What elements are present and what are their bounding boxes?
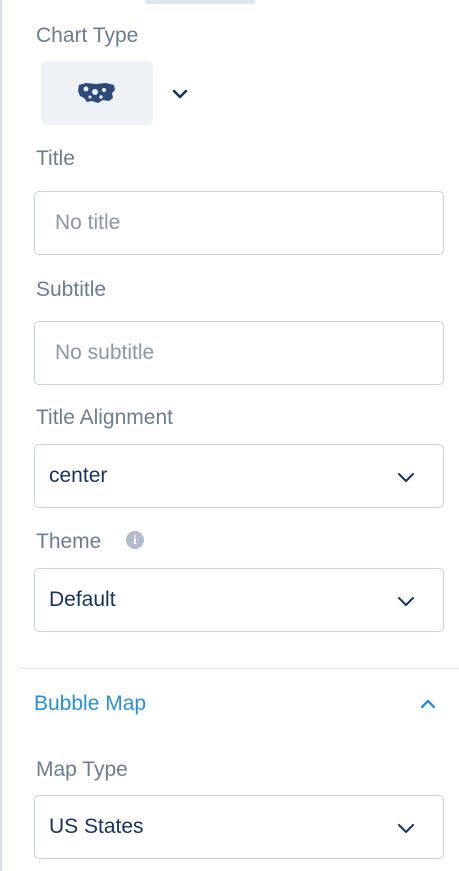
info-icon[interactable]: i	[126, 531, 144, 549]
map-type-select[interactable]: US States	[34, 795, 444, 859]
chevron-down-icon	[398, 824, 414, 833]
title-label: Title	[36, 147, 75, 170]
chart-settings-panel: Chart Type Title Subtitle Title Alignmen…	[0, 0, 459, 871]
theme-select[interactable]: Default	[34, 568, 444, 632]
chart-type-label: Chart Type	[36, 24, 139, 47]
subtitle-label: Subtitle	[36, 278, 107, 301]
panel-left-border	[0, 0, 2, 871]
bubble-map-section-toggle[interactable]: Bubble Map	[34, 692, 146, 716]
section-divider	[20, 668, 459, 669]
subtitle-input[interactable]	[34, 321, 444, 385]
chevron-up-icon[interactable]	[416, 692, 440, 716]
title-input[interactable]	[34, 191, 444, 255]
active-tab-indicator	[145, 0, 255, 4]
map-type-value: US States	[49, 815, 144, 838]
title-alignment-select[interactable]: center	[34, 444, 444, 508]
chart-type-button[interactable]	[41, 61, 153, 125]
theme-label: Theme	[36, 530, 102, 553]
chevron-down-icon[interactable]	[168, 82, 192, 106]
map-type-label: Map Type	[36, 758, 128, 781]
us-map-icon	[78, 83, 115, 103]
title-alignment-label: Title Alignment	[36, 406, 173, 429]
chevron-down-icon	[398, 597, 414, 606]
chevron-down-icon	[398, 473, 414, 482]
theme-value: Default	[49, 588, 116, 611]
title-alignment-value: center	[49, 464, 108, 487]
